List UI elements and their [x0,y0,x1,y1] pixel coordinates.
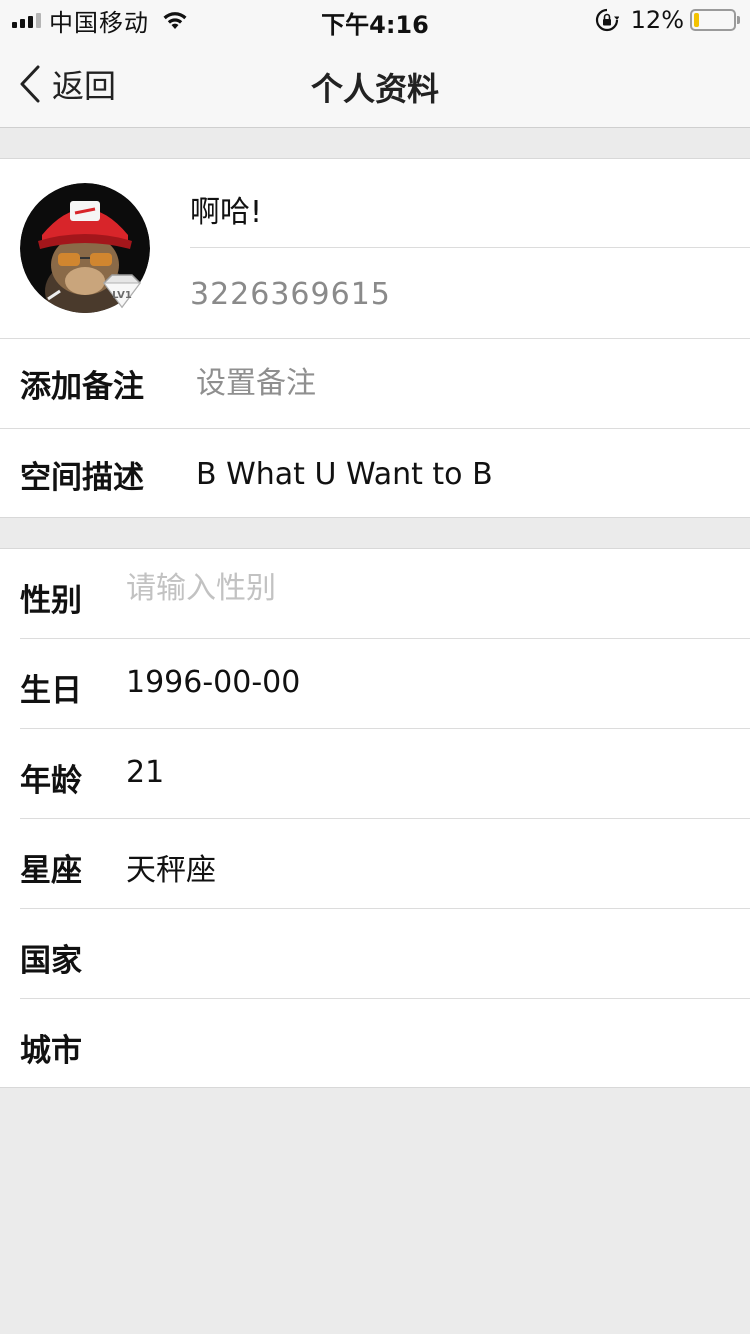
profile-header: LV1 啊哈! 3226369615 [0,159,750,339]
avatar[interactable]: LV1 [20,183,150,313]
navigation-bar: 返回 个人资料 [0,40,750,128]
space-description-row[interactable]: 空间描述 B What U Want to B [0,429,750,519]
diamond-level-icon: LV1 [103,274,141,309]
zodiac-row[interactable]: 星座 天秤座 [0,819,750,909]
remark-value-wrap [196,366,696,401]
age-row[interactable]: 年龄 21 [0,729,750,819]
birthday-row[interactable]: 生日 1996-00-00 [0,639,750,729]
country-label: 国家 [20,943,82,979]
info-card: 性别 生日 1996-00-00 年龄 21 星座 天秤座 国家 城市 [0,548,750,1088]
battery-icon [690,9,740,31]
qq-number: 3226369615 [190,277,391,312]
birthday-value: 1996-00-00 [126,665,301,700]
divider [190,247,750,248]
space-description-label: 空间描述 [20,459,144,496]
age-label: 年龄 [20,763,82,799]
status-right: 12% [595,6,740,34]
gender-row[interactable]: 性别 [0,549,750,639]
remark-input[interactable] [196,366,696,401]
page-title: 个人资料 [310,70,439,108]
rotation-lock-icon [595,8,619,32]
remark-row[interactable]: 添加备注 [0,339,750,429]
gender-input[interactable] [126,571,686,606]
space-description-value: B What U Want to B [196,456,493,492]
battery-percent: 12% [630,6,684,34]
age-value: 21 [126,755,165,790]
battery-fill [694,13,699,27]
birthday-label: 生日 [20,673,82,709]
remark-label: 添加备注 [20,369,144,405]
zodiac-label: 星座 [20,853,82,889]
status-bar: 中国移动 下午4:16 12% [0,0,750,40]
profile-card: LV1 啊哈! 3226369615 添加备注 空间描述 B What U Wa… [0,158,750,518]
level-badge-text: LV1 [112,290,132,301]
city-label: 城市 [20,1033,82,1069]
country-row[interactable]: 国家 [0,909,750,999]
city-row[interactable]: 城市 [0,999,750,1089]
nickname: 啊哈! [190,195,263,230]
gender-label: 性别 [20,583,82,619]
zodiac-value: 天秤座 [126,853,216,888]
